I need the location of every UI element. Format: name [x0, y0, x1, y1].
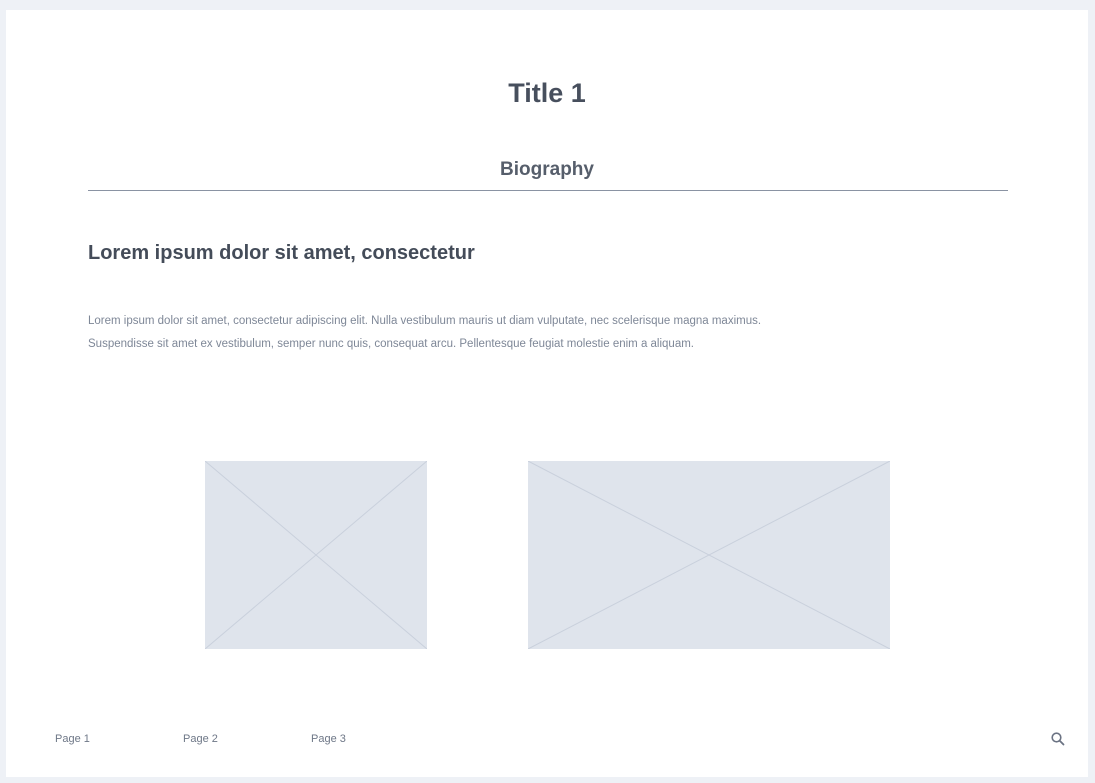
footer-link-page-2[interactable]: Page 2	[183, 733, 311, 745]
footer-link-page-1[interactable]: Page 1	[55, 733, 183, 745]
content-heading: Lorem ipsum dolor sit amet, consectetur	[88, 242, 475, 264]
section-heading: Biography	[500, 159, 594, 180]
content-paragraph: Lorem ipsum dolor sit amet, consectetur …	[88, 315, 762, 350]
footer-link-page-3[interactable]: Page 3	[311, 733, 439, 745]
search-icon[interactable]	[1050, 731, 1066, 747]
page-card: Title 1 Biography Lorem ipsum dolor sit …	[6, 10, 1088, 777]
image-placeholder-left	[205, 461, 427, 649]
page-title: Title 1	[508, 78, 586, 108]
section-divider	[88, 190, 1008, 191]
image-placeholder-right	[528, 461, 890, 649]
footer-nav: Page 1 Page 2 Page 3	[55, 733, 439, 745]
